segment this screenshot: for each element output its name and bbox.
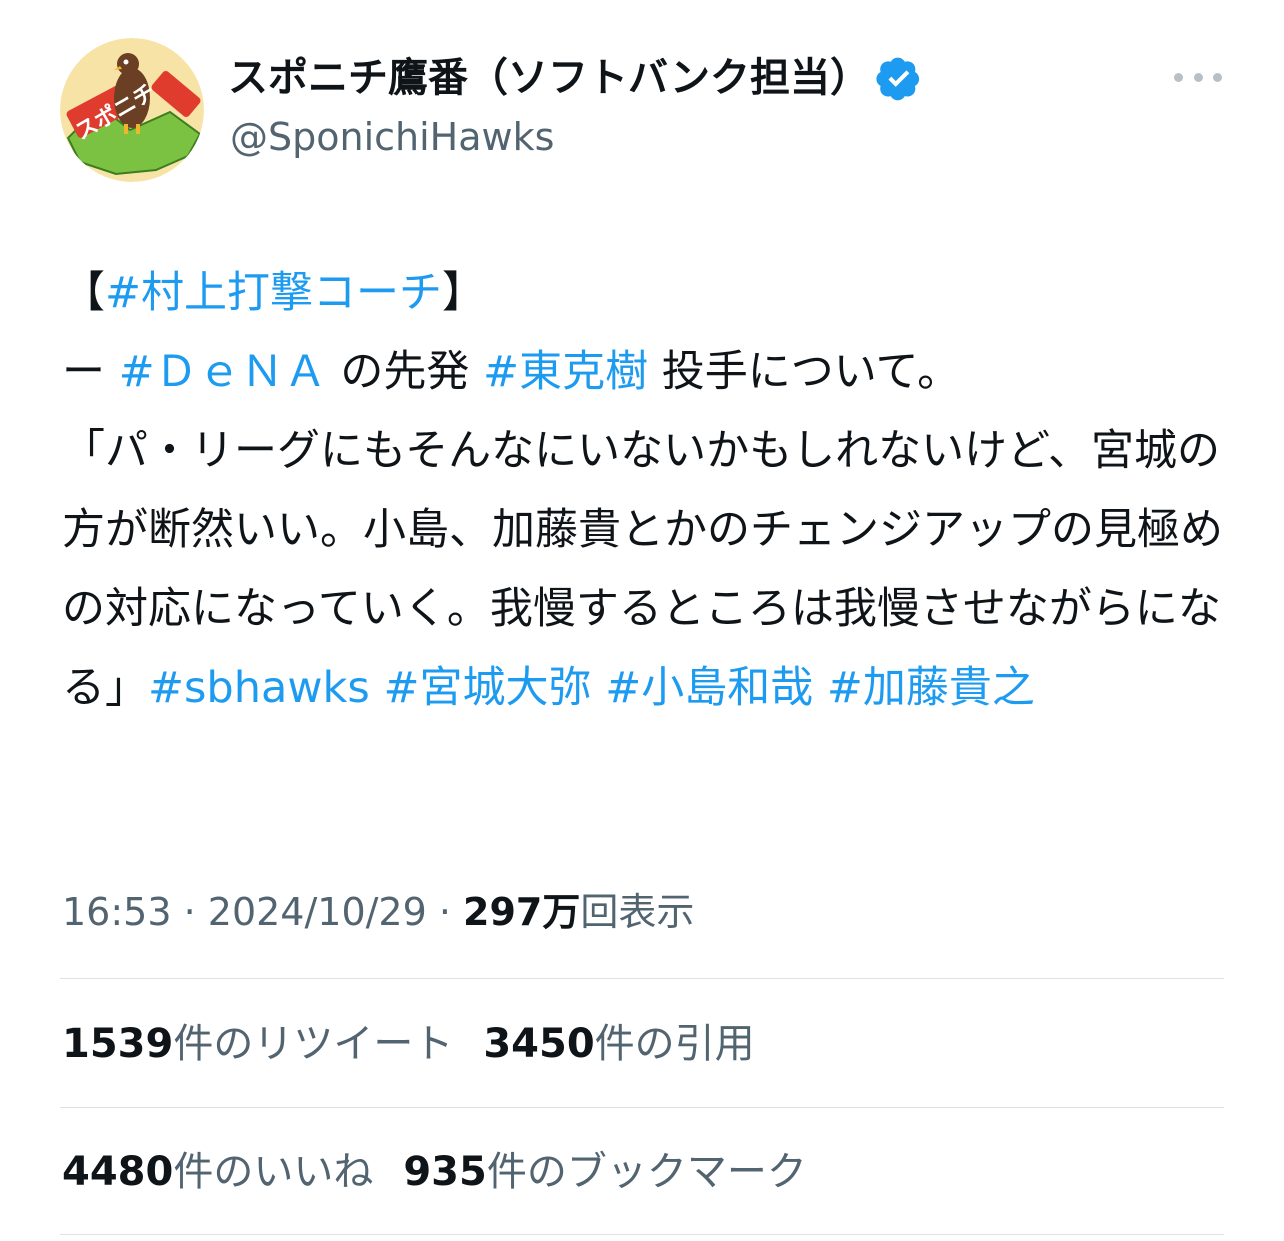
- quotes-count: 3450: [483, 1021, 595, 1067]
- hashtag-link[interactable]: #村上打撃コーチ: [105, 268, 442, 318]
- more-dot: [1174, 72, 1183, 82]
- divider: [60, 1107, 1224, 1108]
- more-options-icon[interactable]: [1174, 62, 1222, 92]
- more-dot: [1213, 72, 1222, 82]
- hashtag-link[interactable]: #東克樹: [483, 347, 648, 397]
- verified-badge-icon: [876, 57, 920, 101]
- hashtag-link[interactable]: #宮城大弥: [383, 663, 591, 713]
- likes-count: 4480: [62, 1149, 174, 1195]
- divider: [60, 978, 1224, 979]
- hashtag-link[interactable]: #加藤貴之: [827, 663, 1035, 713]
- user-handle[interactable]: @SponichiHawks: [230, 112, 554, 162]
- display-name[interactable]: スポニチ鷹番（ソフトバンク担当）: [228, 52, 922, 104]
- retweets-stat[interactable]: 1539件のリツイート: [62, 1021, 453, 1067]
- display-name-text[interactable]: スポニチ鷹番（ソフトバンク担当）: [228, 52, 870, 104]
- text-segment: ー: [62, 347, 119, 397]
- bookmarks-count: 935: [403, 1149, 487, 1195]
- more-dot: [1193, 72, 1203, 82]
- likes-label: 件のいいね: [173, 1149, 374, 1195]
- hashtag-link[interactable]: #ＤｅＮＡ: [119, 347, 327, 397]
- tweet-text: 【#村上打撃コーチ】 ー #ＤｅＮＡ の先発 #東克樹 投手について。 「パ・リ…: [62, 254, 1224, 728]
- bookmarks-label: 件のブックマーク: [486, 1149, 807, 1195]
- meta-separator: ·: [426, 890, 464, 934]
- retweets-label: 件のリツイート: [173, 1021, 454, 1067]
- divider: [60, 1234, 1224, 1235]
- engagement-row-1: 1539件のリツイート 3450件の引用: [62, 1016, 755, 1072]
- hashtag-link[interactable]: #小島和哉: [605, 663, 813, 713]
- tweet-meta: 16:53 · 2024/10/29 · 297万回表示: [62, 884, 694, 940]
- text-segment: 【: [62, 268, 105, 318]
- bookmarks-stat[interactable]: 935件のブックマーク: [403, 1149, 807, 1195]
- engagement-row-2: 4480件のいいね 935件のブックマーク: [62, 1144, 807, 1200]
- views-label: 回表示: [580, 890, 695, 934]
- hawk-mascot-icon: スポニチ: [60, 38, 204, 182]
- tweet-date[interactable]: 2024/10/29: [208, 890, 427, 934]
- retweets-count: 1539: [62, 1021, 174, 1067]
- text-segment: 投手について。: [648, 347, 961, 397]
- text-segment: の先発: [326, 347, 484, 397]
- meta-separator: ·: [171, 890, 208, 934]
- views-count: 297万: [463, 890, 581, 934]
- likes-stat[interactable]: 4480件のいいね: [62, 1149, 373, 1195]
- hashtag-link[interactable]: #sbhawks: [148, 663, 370, 713]
- tweet-time[interactable]: 16:53: [62, 890, 172, 934]
- quotes-label: 件の引用: [594, 1021, 755, 1067]
- text-segment: 】: [442, 268, 486, 318]
- quotes-stat[interactable]: 3450件の引用: [483, 1021, 754, 1067]
- avatar[interactable]: スポニチ: [60, 38, 204, 182]
